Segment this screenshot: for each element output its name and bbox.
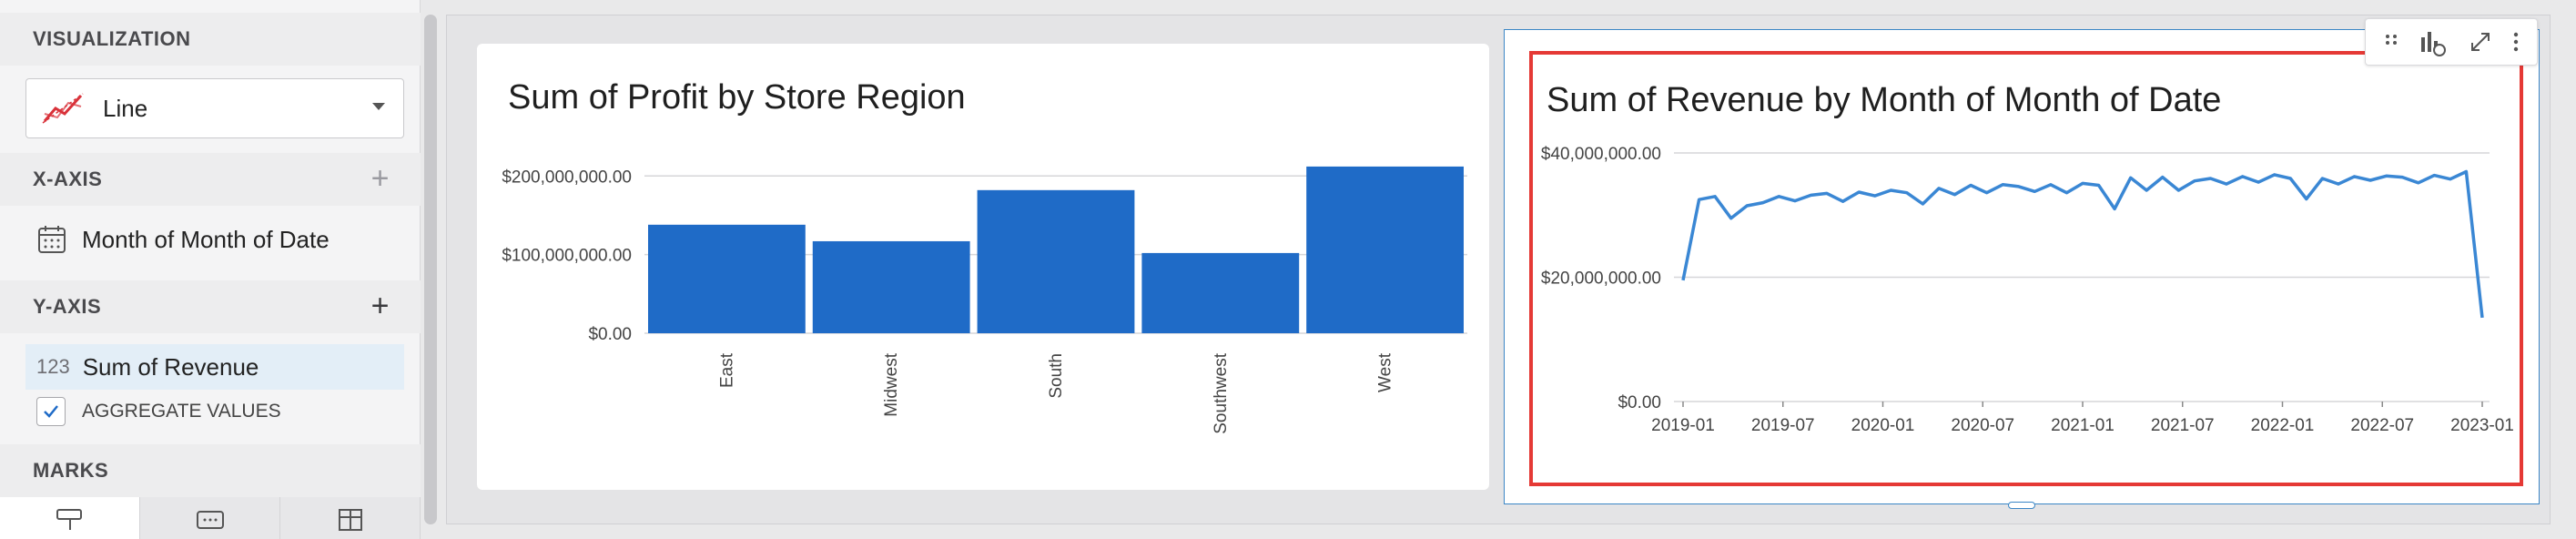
- viz-type-select[interactable]: Line: [25, 78, 404, 138]
- visualization-panel: VISUALIZATION Line X-AXIS + Month of Mon…: [0, 0, 421, 539]
- more-options-icon[interactable]: [2511, 28, 2520, 56]
- x-axis-field[interactable]: Month of Month of Date: [25, 217, 404, 262]
- marks-tab-color[interactable]: [0, 497, 140, 539]
- x-axis-header-label: X-AXIS: [33, 168, 103, 190]
- paint-roller-icon: [56, 509, 82, 530]
- y-axis-header-label: Y-AXIS: [33, 295, 102, 318]
- panel-scrollbar[interactable]: [424, 15, 437, 524]
- y-axis-field[interactable]: 123 Sum of Revenue: [25, 344, 404, 390]
- x-axis-header: X-AXIS +: [0, 153, 421, 206]
- expand-icon[interactable]: [2467, 28, 2494, 56]
- x-tick-label: Southwest: [1212, 352, 1231, 433]
- aggregate-values-checkbox[interactable]: [36, 397, 66, 426]
- drag-handle-icon[interactable]: [2382, 31, 2400, 53]
- visualization-header-label: VISUALIZATION: [33, 27, 191, 50]
- bar: [977, 189, 1135, 333]
- marks-tab-label[interactable]: [140, 497, 280, 539]
- x-tick-label: East: [717, 352, 736, 388]
- marks-tab-tooltip[interactable]: [280, 497, 421, 539]
- y-tick-label: $200,000,000.00: [502, 168, 632, 187]
- visualization-header: VISUALIZATION: [0, 13, 421, 66]
- label-icon: [196, 511, 224, 529]
- viz-type-label: Line: [103, 94, 148, 122]
- marks-header-label: MARKS: [33, 459, 109, 482]
- bar: [812, 240, 970, 333]
- resize-handle[interactable]: [2008, 502, 2035, 509]
- bar: [1141, 252, 1300, 333]
- y-tick-label: $0.00: [588, 325, 632, 344]
- y-tick-label: $100,000,000.00: [502, 247, 632, 266]
- highlight-box: [1529, 51, 2523, 486]
- profit-by-region-card[interactable]: Sum of Profit by Store Region $0.00 $100,…: [477, 44, 1489, 490]
- add-y-field-icon[interactable]: +: [371, 290, 390, 322]
- chevron-down-icon[interactable]: [372, 103, 385, 110]
- aggregate-values-label: AGGREGATE VALUES: [82, 401, 281, 422]
- aggregate-values-row[interactable]: AGGREGATE VALUES: [25, 393, 281, 430]
- number-type-icon: 123: [36, 355, 70, 378]
- calendar-icon: [38, 226, 66, 253]
- element-toolbar: [2365, 18, 2538, 66]
- bar: [648, 224, 806, 333]
- y-axis-field-label: Sum of Revenue: [82, 352, 259, 381]
- add-x-field-icon[interactable]: +: [371, 162, 390, 195]
- marks-header: MARKS: [0, 444, 421, 497]
- x-axis-field-label: Month of Month of Date: [82, 225, 330, 253]
- checkmark-icon: [44, 405, 58, 418]
- x-tick-label: Midwest: [882, 352, 901, 416]
- x-tick-label: West: [1376, 352, 1395, 392]
- x-tick-label: South: [1047, 353, 1066, 399]
- bar-chart: $0.00 $100,000,000.00 $200,000,000.00 East M…: [502, 166, 1467, 434]
- grid-icon: [338, 509, 362, 531]
- line-chart-icon: [42, 93, 84, 124]
- marks-tabs: [0, 497, 421, 539]
- chart-settings-icon[interactable]: [2418, 26, 2449, 57]
- bar: [1306, 166, 1464, 333]
- y-axis-header: Y-AXIS +: [0, 280, 421, 333]
